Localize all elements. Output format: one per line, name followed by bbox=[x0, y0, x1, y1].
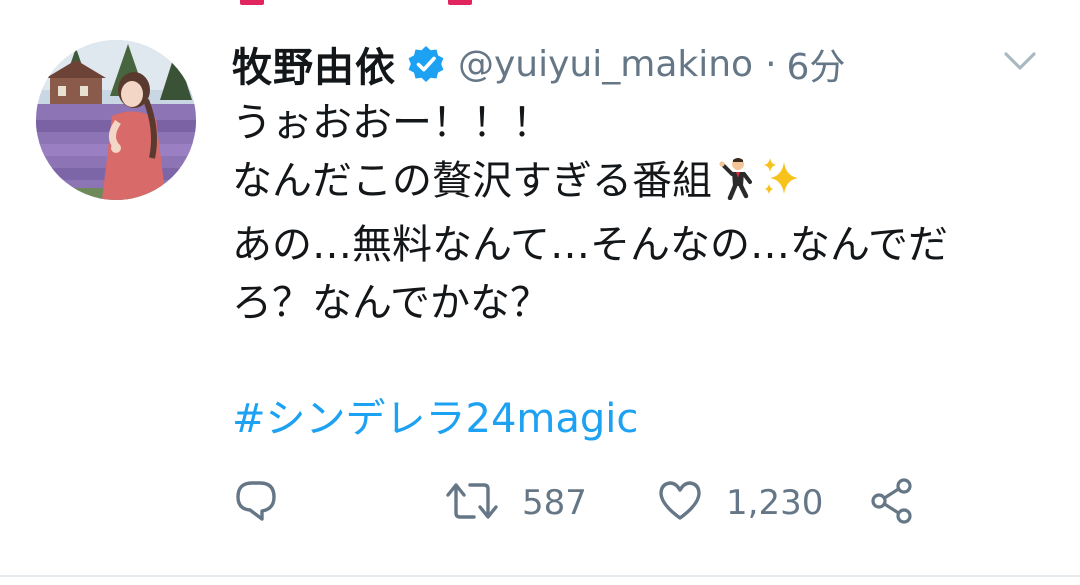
tweet-hashtag-line: #シンデレラ24magic bbox=[232, 390, 1022, 448]
like-button[interactable]: 1,230 bbox=[656, 478, 823, 528]
tweet-actions: 587 1,230 bbox=[232, 478, 1012, 528]
author-display-name[interactable]: 牧野由依 bbox=[232, 35, 396, 93]
divider bbox=[0, 575, 1080, 577]
heart-icon bbox=[656, 477, 704, 529]
retweet-icon bbox=[444, 477, 500, 529]
separator-dot: · bbox=[765, 43, 777, 85]
tweet-header: 牧野由依 @yuiyui_makino · 6分 bbox=[232, 36, 845, 92]
sparkles-emoji-icon bbox=[760, 156, 804, 216]
top-indicator-bar bbox=[0, 0, 1080, 6]
top-indicator-mark bbox=[448, 0, 472, 5]
top-indicator-mark bbox=[240, 0, 264, 5]
verified-badge-icon bbox=[406, 44, 446, 84]
tweet-timestamp[interactable]: 6分 bbox=[787, 38, 846, 90]
tweet-text-line: ろ？なんでかな？ bbox=[232, 280, 550, 326]
reply-button[interactable] bbox=[232, 478, 280, 528]
tweet[interactable]: 牧野由依 @yuiyui_makino · 6分 うぉおおー！！！ なんだこの贅… bbox=[0, 0, 1080, 585]
author-handle[interactable]: @yuiyui_makino bbox=[458, 44, 753, 85]
tweet-body: うぉおおー！！！ なんだこの贅沢すぎる番組 あの…無料なんて…そんなの…なんでだ… bbox=[232, 94, 1022, 448]
share-icon bbox=[868, 477, 916, 529]
man-dancing-emoji-icon bbox=[716, 156, 756, 216]
reply-icon bbox=[232, 477, 280, 529]
retweet-count: 587 bbox=[522, 483, 587, 523]
tweet-text-line: なんだこの贅沢すぎる番組 bbox=[232, 158, 712, 204]
chevron-down-icon[interactable] bbox=[1000, 44, 1040, 76]
avatar[interactable] bbox=[36, 40, 196, 200]
retweet-button[interactable]: 587 bbox=[444, 478, 587, 528]
share-button[interactable] bbox=[868, 478, 916, 528]
hashtag-link[interactable]: #シンデレラ24magic bbox=[232, 396, 638, 442]
tweet-text-line: うぉおおー！！！ bbox=[232, 100, 552, 146]
like-count: 1,230 bbox=[726, 483, 824, 523]
tweet-text-line-with-emoji: なんだこの贅沢すぎる番組 bbox=[232, 152, 1022, 216]
tweet-text-line: あの…無料なんて…そんなの…なんでだ bbox=[232, 222, 948, 268]
